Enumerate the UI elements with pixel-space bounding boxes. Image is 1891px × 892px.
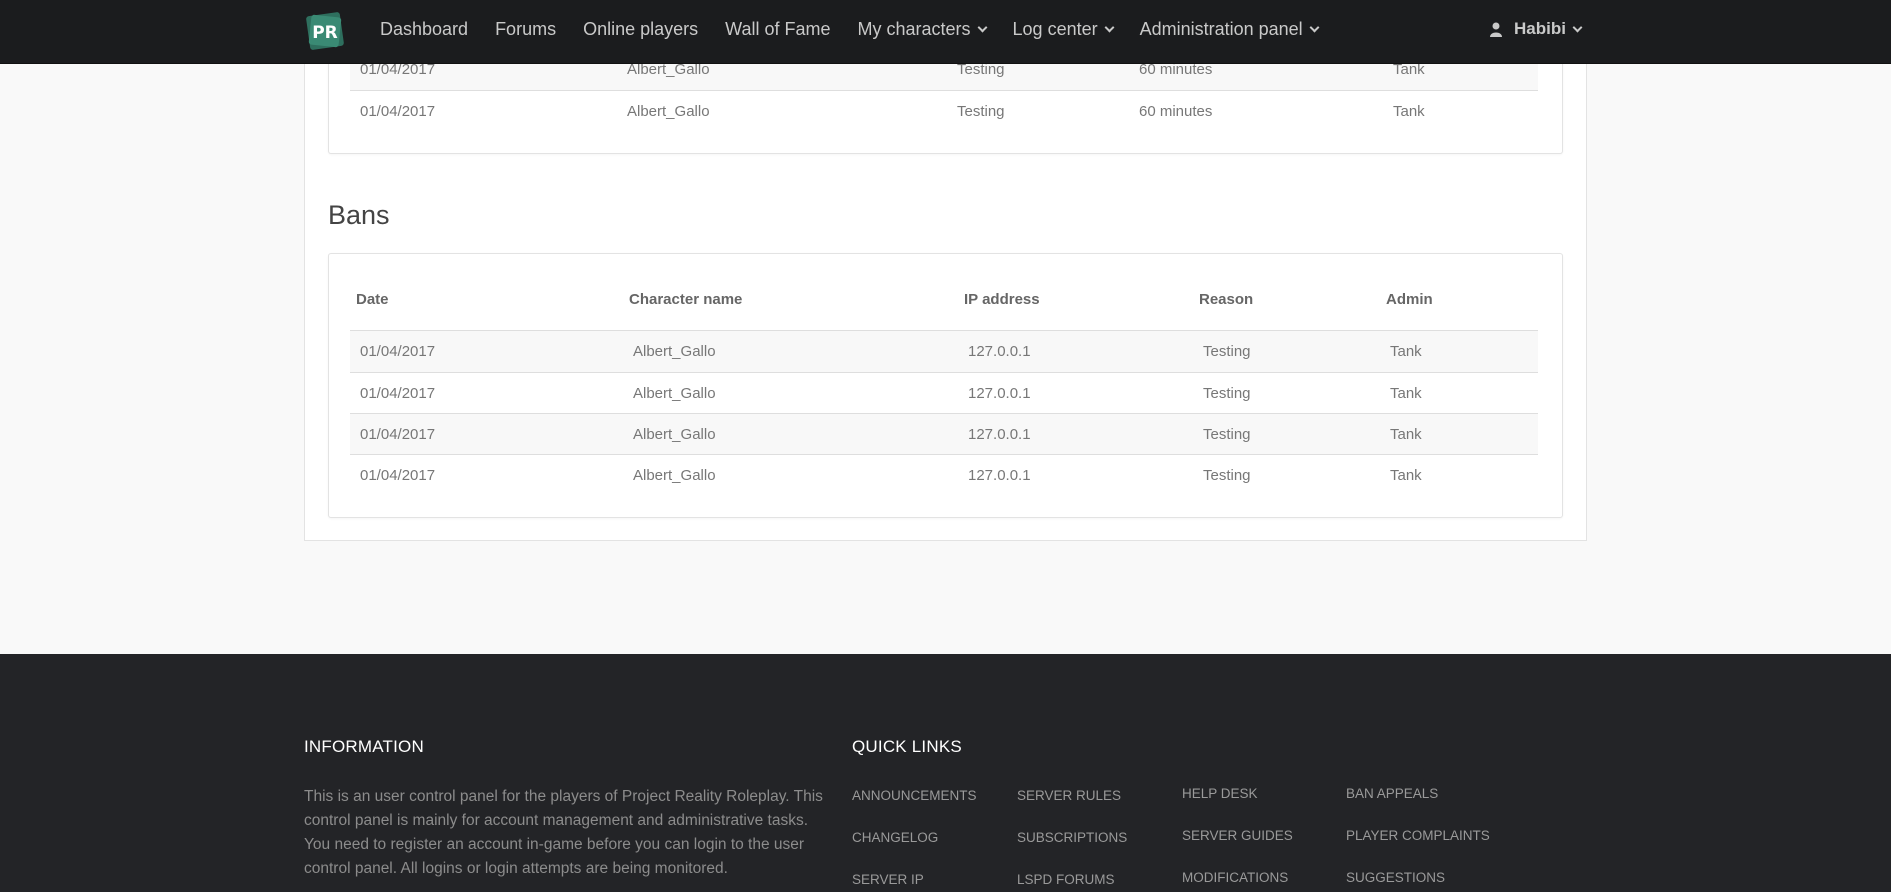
column-header-reason: Reason (1199, 291, 1254, 308)
section-title-bans: Bans (328, 200, 390, 230)
nav-log-center-dropdown[interactable]: Log center (1013, 19, 1115, 40)
footer-quick-links-heading: QUICK LINKS (852, 737, 962, 756)
column-header-ip-address: IP address (964, 291, 1040, 308)
logo-icon[interactable]: PR (304, 10, 346, 52)
svg-text:PR: PR (312, 23, 338, 43)
link-changelog[interactable]: CHANGELOG (852, 830, 938, 845)
link-announcements[interactable]: ANNOUNCEMENTS (852, 788, 977, 803)
table-row: 01/04/2017 Albert_Gallo 127.0.0.1 Testin… (350, 331, 1538, 372)
nav-wall-of-fame[interactable]: Wall of Fame (725, 19, 830, 40)
user-menu[interactable]: Habibi (1490, 0, 1583, 58)
nav-forums[interactable]: Forums (495, 19, 556, 40)
chevron-down-icon (1104, 22, 1115, 32)
chevron-down-icon (977, 22, 987, 32)
chevron-down-icon (1572, 22, 1583, 32)
link-lspd-forums[interactable]: LSPD FORUMS (1017, 872, 1115, 887)
link-help-desk[interactable]: HELP DESK (1182, 786, 1258, 801)
username: Habibi (1514, 19, 1566, 38)
link-server-ip[interactable]: SERVER IP (852, 872, 924, 887)
column-header-character-name: Character name (629, 291, 743, 308)
user-icon (1490, 22, 1502, 37)
link-player-complaints[interactable]: PLAYER COMPLAINTS (1346, 828, 1490, 843)
footer-information-heading: INFORMATION (304, 737, 424, 756)
column-header-date: Date (356, 291, 389, 308)
footer-information-text: This is an user control panel for the pl… (304, 788, 823, 877)
nav-dashboard[interactable]: Dashboard (380, 19, 468, 40)
nav-online-players[interactable]: Online players (583, 19, 698, 40)
chevron-down-icon (1309, 22, 1320, 32)
table-row: 01/04/2017 Albert_Gallo 127.0.0.1 Testin… (350, 454, 1538, 495)
table-row: 01/04/2017 Albert_Gallo Testing 60 minut… (350, 90, 1538, 131)
column-header-admin: Admin (1386, 291, 1433, 308)
link-suggestions[interactable]: SUGGESTIONS (1346, 870, 1445, 885)
link-modifications[interactable]: MODIFICATIONS (1182, 870, 1288, 885)
nav-administration-panel-dropdown[interactable]: Administration panel (1140, 19, 1320, 40)
link-subscriptions[interactable]: SUBSCRIPTIONS (1017, 830, 1127, 845)
table-row: 01/04/2017 Albert_Gallo 127.0.0.1 Testin… (350, 372, 1538, 413)
link-ban-appeals[interactable]: BAN APPEALS (1346, 786, 1438, 801)
table-row: 01/04/2017 Albert_Gallo 127.0.0.1 Testin… (350, 413, 1538, 454)
link-server-guides[interactable]: SERVER GUIDES (1182, 828, 1293, 843)
footer (0, 654, 1891, 892)
top-navbar: PR Dashboard Forums Online players Wall … (0, 0, 1891, 64)
nav-my-characters-dropdown[interactable]: My characters (858, 19, 987, 40)
main-nav: Dashboard Forums Online players Wall of … (380, 0, 1345, 58)
link-server-rules[interactable]: SERVER RULES (1017, 788, 1121, 803)
